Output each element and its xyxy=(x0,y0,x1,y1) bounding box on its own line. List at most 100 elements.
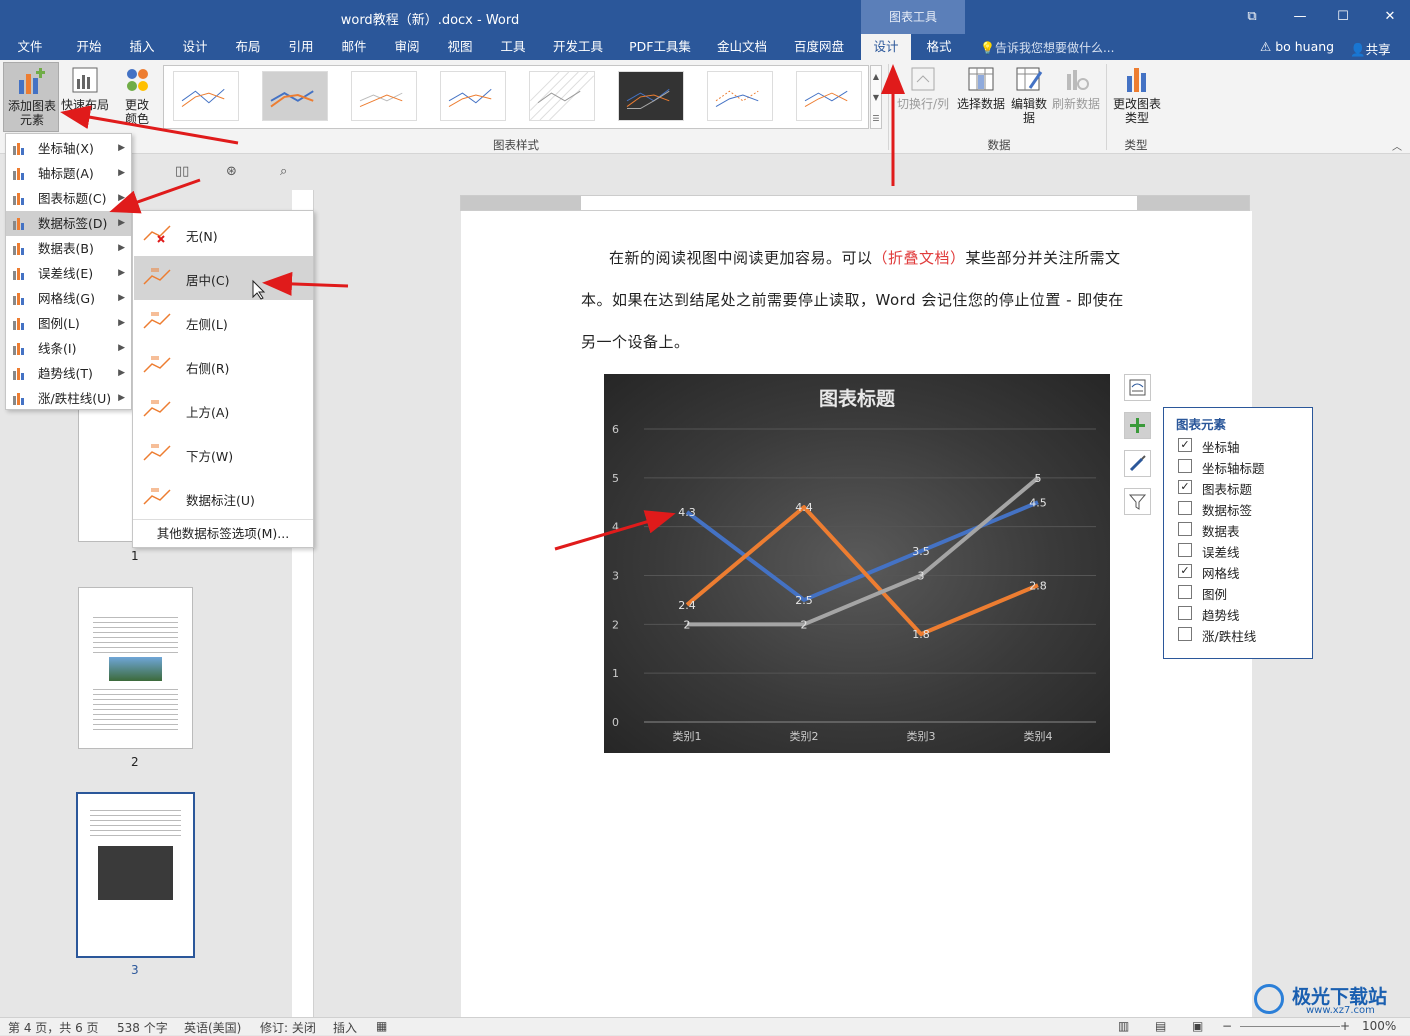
menu-item-lines[interactable]: 线条(I) ▶ xyxy=(6,336,131,361)
page-thumbnail-3[interactable] xyxy=(76,792,195,958)
menu-item-axis-title[interactable]: 轴标题(A) ▶ xyxy=(6,161,131,186)
word-count[interactable]: 538 个字 xyxy=(117,1019,168,1036)
chart-style-4[interactable] xyxy=(440,71,506,121)
submenu-item-below[interactable]: 下方(W) xyxy=(134,432,313,476)
insert-mode[interactable]: 插入 xyxy=(333,1019,357,1036)
tab-chart-design[interactable]: 设计 xyxy=(861,34,911,60)
refresh-data-button[interactable]: 刷新数据 xyxy=(1050,64,1102,111)
menu-item-legend[interactable]: 图例(L) ▶ xyxy=(6,311,131,336)
submenu-item-center[interactable]: 居中(C) xyxy=(134,256,313,300)
page-count[interactable]: 第 4 页，共 6 页 xyxy=(8,1019,99,1036)
chart-style-7[interactable] xyxy=(707,71,773,121)
chart-style-3[interactable] xyxy=(351,71,417,121)
tab-kingsoft-docs[interactable]: 金山文档 xyxy=(707,34,777,60)
scroll-up-icon[interactable]: ▲ xyxy=(871,66,881,87)
language[interactable]: 英语(美国) xyxy=(184,1019,241,1036)
gallery-scroll[interactable]: ▲ ▼ ☰ xyxy=(870,65,882,129)
link-icon[interactable]: ⊛ xyxy=(226,164,237,179)
ribbon-display-icon[interactable]: ⧉ xyxy=(1232,6,1272,28)
tell-me-box[interactable]: 💡告诉我您想要做什么... xyxy=(980,39,1114,56)
menu-item-chart-title[interactable]: 图表标题(C) ▶ xyxy=(6,186,131,211)
track-changes[interactable]: 修订: 关闭 xyxy=(260,1019,316,1036)
checkbox[interactable] xyxy=(1178,501,1192,515)
chart-style-6[interactable] xyxy=(618,71,684,121)
zoom-level[interactable]: 100% xyxy=(1362,1019,1396,1033)
pages-view-icon[interactable]: ▯▯ xyxy=(175,164,189,179)
checkbox[interactable]: ✓ xyxy=(1178,480,1192,494)
layout-options-button[interactable] xyxy=(1124,374,1151,401)
zoom-in-icon[interactable]: + xyxy=(1340,1019,1350,1033)
axis-icon xyxy=(13,143,24,155)
checkbox[interactable] xyxy=(1178,459,1192,473)
tab-baidu-netdisk[interactable]: 百度网盘 xyxy=(784,34,854,60)
submenu-item-none[interactable]: 无(N) xyxy=(134,212,313,256)
menu-item-data-labels[interactable]: 数据标签(D) ▶ xyxy=(6,211,131,236)
tab-references[interactable]: 引用 xyxy=(278,34,324,60)
checkbox[interactable] xyxy=(1178,606,1192,620)
select-data-button[interactable]: 选择数据 xyxy=(955,64,1007,111)
add-chart-element-button[interactable]: 添加图表元素 xyxy=(3,62,59,132)
submenu-item-right[interactable]: 右侧(R) xyxy=(134,344,313,388)
tab-tools[interactable]: 工具 xyxy=(490,34,536,60)
gallery-more-icon[interactable]: ☰ xyxy=(871,108,881,129)
tab-home[interactable]: 开始 xyxy=(66,34,112,60)
checkbox[interactable] xyxy=(1178,522,1192,536)
menu-item-data-table[interactable]: 数据表(B) ▶ xyxy=(6,236,131,261)
scroll-down-icon[interactable]: ▼ xyxy=(871,87,881,108)
change-chart-type-button[interactable]: 更改图表类型 xyxy=(1110,64,1164,125)
minimize-button[interactable]: — xyxy=(1280,6,1320,28)
chart-style-1[interactable] xyxy=(173,71,239,121)
checkbox[interactable] xyxy=(1178,543,1192,557)
tab-design-doc[interactable]: 设计 xyxy=(172,34,218,60)
submenu-item-above[interactable]: 上方(A) xyxy=(134,388,313,432)
chart-elements-button[interactable] xyxy=(1124,412,1151,439)
more-data-label-options[interactable]: 其他数据标签选项(M)... xyxy=(133,519,313,547)
share-button[interactable]: 👤共享 xyxy=(1350,39,1391,58)
find-icon[interactable]: ⌕ xyxy=(280,164,287,179)
checkbox[interactable]: ✓ xyxy=(1178,564,1192,578)
tab-review[interactable]: 审阅 xyxy=(384,34,430,60)
tab-insert[interactable]: 插入 xyxy=(119,34,165,60)
status-bar: 第 4 页，共 6 页 538 个字 英语(美国) 修订: 关闭 插入 ▦ ▥ … xyxy=(0,1017,1410,1035)
tab-layout[interactable]: 布局 xyxy=(225,34,271,60)
maximize-button[interactable]: ☐ xyxy=(1323,6,1363,28)
quick-layout-button[interactable]: 快速布局 xyxy=(60,62,110,132)
print-layout-icon[interactable]: ▤ xyxy=(1155,1019,1166,1033)
y-tick-label: 4 xyxy=(612,521,619,534)
menu-item-up-down-bars[interactable]: 涨/跌柱线(U) ▶ xyxy=(6,386,131,411)
submenu-item-left[interactable]: 左侧(L) xyxy=(134,300,313,344)
chart-style-2[interactable] xyxy=(262,71,328,121)
line-chart[interactable]: 图表标题 0 1 2 3 4 5 6 类别1 类别2 类别3 类别4 4.3 2.5 3.5 4.5 2.4 4.… xyxy=(604,374,1110,753)
checkbox[interactable]: ✓ xyxy=(1178,438,1192,452)
checkbox[interactable] xyxy=(1178,627,1192,641)
tab-file[interactable]: 文件 xyxy=(8,34,52,60)
tab-pdf-tools[interactable]: PDF工具集 xyxy=(620,34,700,60)
close-button[interactable]: ✕ xyxy=(1370,6,1410,28)
tab-developer[interactable]: 开发工具 xyxy=(543,34,613,60)
chart-style-8[interactable] xyxy=(796,71,862,121)
page-thumbnail-2[interactable] xyxy=(78,587,193,749)
collapse-ribbon-icon[interactable]: ︿ xyxy=(1392,138,1402,153)
zoom-out-icon[interactable]: − xyxy=(1222,1019,1232,1033)
macro-icon[interactable]: ▦ xyxy=(376,1019,387,1033)
read-mode-icon[interactable]: ▥ xyxy=(1118,1019,1129,1033)
edit-data-button[interactable]: 编辑数据 xyxy=(1009,64,1049,125)
submenu-item-data-callout[interactable]: 数据标注(U) xyxy=(134,476,313,520)
checkbox[interactable] xyxy=(1178,585,1192,599)
chart-styles-button[interactable] xyxy=(1124,450,1151,477)
tab-view[interactable]: 视图 xyxy=(437,34,483,60)
change-colors-button[interactable]: 更改颜色 xyxy=(115,62,159,132)
menu-item-error-bars[interactable]: 误差线(E) ▶ xyxy=(6,261,131,286)
chart-filters-button[interactable] xyxy=(1124,488,1151,515)
menu-item-axis[interactable]: 坐标轴(X) ▶ xyxy=(6,136,131,161)
tab-mailings[interactable]: 邮件 xyxy=(331,34,377,60)
chart-style-5[interactable] xyxy=(529,71,595,121)
user-account[interactable]: ⚠ bo huang xyxy=(1260,39,1334,54)
tab-chart-format[interactable]: 格式 xyxy=(914,34,964,60)
x-tick-label: 类别1 xyxy=(673,729,702,743)
zoom-slider[interactable] xyxy=(1240,1026,1340,1027)
menu-item-trendline[interactable]: 趋势线(T) ▶ xyxy=(6,361,131,386)
menu-item-gridlines[interactable]: 网格线(G) ▶ xyxy=(6,286,131,311)
web-layout-icon[interactable]: ▣ xyxy=(1192,1019,1203,1033)
switch-row-column-button[interactable]: 切换行/列 xyxy=(894,64,952,111)
